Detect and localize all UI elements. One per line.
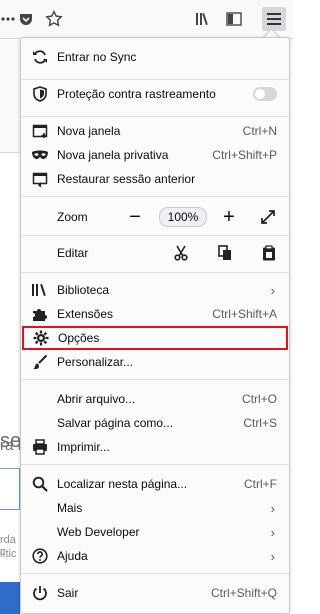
customize-label: Personalizar... — [57, 355, 134, 369]
new-window-shortcut: Ctrl+N — [242, 124, 277, 138]
sidebar-icon[interactable] — [222, 7, 246, 31]
separator — [21, 573, 289, 574]
sync-icon — [31, 48, 49, 66]
pocket-icon[interactable] — [14, 7, 38, 31]
power-icon — [31, 584, 49, 602]
new-window-label: Nova janela — [57, 124, 121, 138]
background-input — [0, 468, 20, 510]
sync-item[interactable]: Entrar no Sync — [21, 45, 289, 69]
divider — [0, 152, 20, 153]
zoom-reset-button[interactable]: 100% — [159, 207, 207, 227]
submenu-arrow-icon: › — [270, 524, 275, 540]
page-background — [0, 40, 20, 152]
quit-label: Sair — [57, 586, 79, 600]
hamburger-menu-icon[interactable] — [262, 7, 286, 31]
separator — [21, 196, 289, 197]
restore-session-item[interactable]: Restaurar sessão anterior — [21, 167, 289, 191]
save-page-item[interactable]: Salvar página como... Ctrl+S — [21, 411, 289, 435]
separator — [21, 464, 289, 465]
tracking-protection-toggle[interactable] — [253, 87, 277, 101]
help-icon — [31, 547, 49, 565]
save-page-label: Salvar página como... — [57, 416, 174, 430]
private-mask-icon — [31, 146, 49, 164]
background-button — [0, 582, 20, 614]
separator — [21, 272, 289, 273]
edit-label: Editar — [57, 246, 89, 260]
paintbrush-icon — [31, 353, 49, 371]
library-label: Biblioteca — [57, 283, 110, 297]
extensions-shortcut: Ctrl+Shift+A — [212, 307, 277, 321]
tracking-protection-item[interactable]: Proteção contra rastreamento — [21, 82, 289, 106]
open-file-item[interactable]: Abrir arquivo... Ctrl+O — [21, 387, 289, 411]
library-icon[interactable] — [192, 7, 216, 31]
restore-session-label: Restaurar sessão anterior — [57, 172, 196, 186]
extensions-item[interactable]: Extensões Ctrl+Shift+A — [21, 302, 289, 326]
separator — [21, 116, 289, 117]
extensions-label: Extensões — [57, 307, 114, 321]
copy-icon[interactable] — [216, 244, 234, 262]
more-label: Mais — [57, 501, 83, 515]
options-item[interactable]: Opções — [22, 326, 288, 350]
cut-icon[interactable] — [172, 244, 190, 262]
separator — [21, 235, 289, 236]
help-label: Ajuda — [57, 549, 88, 563]
background-subtext: ra F — [0, 437, 20, 454]
edit-row: Editar — [21, 241, 289, 265]
puzzle-icon — [31, 305, 49, 323]
separator — [21, 379, 289, 380]
shield-icon — [31, 85, 49, 103]
web-developer-item[interactable]: Web Developer › — [21, 520, 289, 544]
web-developer-label: Web Developer — [57, 525, 140, 539]
private-window-shortcut: Ctrl+Shift+P — [212, 148, 277, 162]
find-in-page-item[interactable]: Localizar nesta página... Ctrl+F — [21, 472, 289, 496]
print-label: Imprimir... — [57, 440, 110, 454]
paste-icon[interactable] — [260, 244, 278, 262]
restore-icon — [31, 170, 49, 188]
private-window-label: Nova janela privativa — [57, 148, 169, 162]
submenu-arrow-icon: › — [270, 282, 275, 298]
separator — [21, 79, 289, 80]
open-file-shortcut: Ctrl+O — [241, 392, 277, 406]
tracking-protection-label: Proteção contra rastreamento — [57, 87, 216, 101]
background-small-text: lític — [0, 548, 17, 560]
zoom-in-button[interactable]: + — [219, 207, 239, 227]
open-file-label: Abrir arquivo... — [57, 392, 136, 406]
private-window-item[interactable]: Nova janela privativa Ctrl+Shift+P — [21, 143, 289, 167]
library-icon — [31, 281, 49, 299]
browser-toolbar — [0, 0, 293, 39]
save-page-shortcut: Ctrl+S — [243, 416, 277, 430]
print-item[interactable]: Imprimir... — [21, 435, 289, 459]
printer-icon — [31, 438, 49, 456]
sync-label: Entrar no Sync — [57, 50, 137, 64]
library-item[interactable]: Biblioteca › — [21, 278, 289, 302]
options-label: Opções — [58, 331, 100, 345]
more-item[interactable]: Mais › — [21, 496, 289, 520]
fullscreen-icon[interactable] — [259, 208, 277, 226]
submenu-arrow-icon: › — [270, 500, 275, 516]
search-icon — [31, 475, 49, 493]
quit-shortcut: Ctrl+Shift+Q — [210, 586, 277, 600]
app-menu-panel: Entrar no Sync Proteção contra rastreame… — [20, 37, 290, 614]
customize-item[interactable]: Personalizar... — [21, 350, 289, 374]
new-window-item[interactable]: Nova janela Ctrl+N — [21, 119, 289, 143]
submenu-arrow-icon: › — [270, 548, 275, 564]
quit-item[interactable]: Sair Ctrl+Shift+Q — [21, 581, 289, 605]
bookmark-star-icon[interactable] — [42, 7, 66, 31]
find-in-page-label: Localizar nesta página... — [57, 477, 188, 491]
find-in-page-shortcut: Ctrl+F — [244, 477, 277, 491]
zoom-row: Zoom − 100% + — [21, 204, 289, 230]
zoom-out-button[interactable]: − — [125, 207, 145, 227]
help-item[interactable]: Ajuda › — [21, 544, 289, 568]
new-window-icon — [31, 122, 49, 140]
gear-icon — [32, 329, 50, 347]
zoom-label: Zoom — [57, 210, 88, 224]
